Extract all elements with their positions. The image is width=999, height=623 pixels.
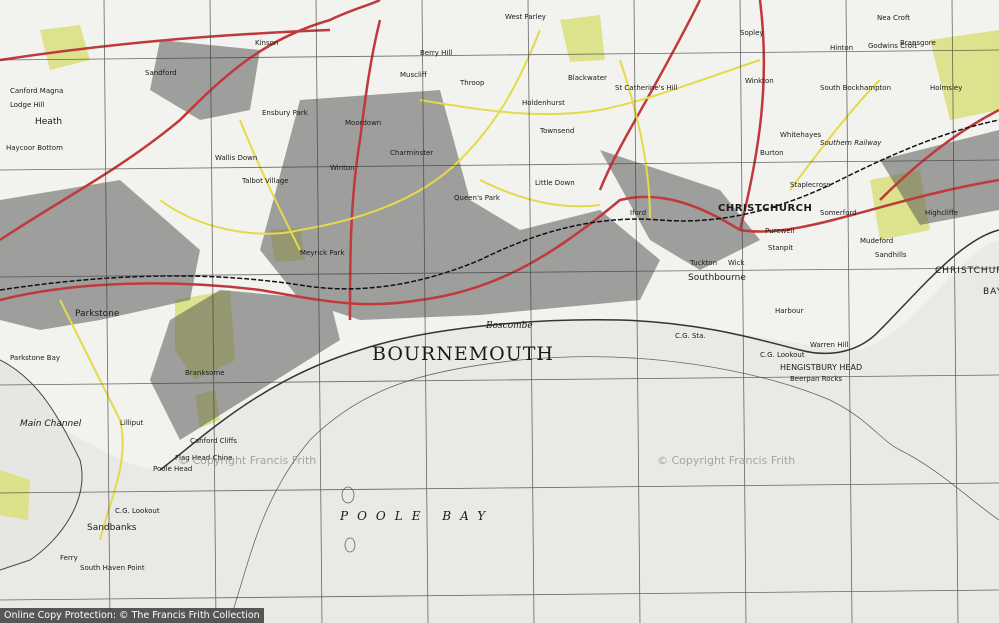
label-beerpan: Beerpan Rocks bbox=[790, 375, 843, 383]
label-south-haven: South Haven Point bbox=[80, 564, 145, 572]
label-meyrick-park: Meyrick Park bbox=[300, 249, 345, 257]
map-graphic bbox=[0, 0, 999, 623]
label-sopley: Sopley bbox=[740, 29, 764, 37]
label-whitehayes: Whitehayes bbox=[780, 131, 822, 139]
label-talbot-village: Talbot Village bbox=[242, 177, 289, 185]
watermark-right: © Copyright Francis Frith bbox=[657, 454, 796, 467]
label-staplecross: Staplecross bbox=[790, 181, 831, 189]
label-branksome: Branksome bbox=[185, 369, 225, 377]
label-harbour: Harbour bbox=[775, 307, 804, 315]
label-charminster: Charminster bbox=[390, 149, 434, 157]
label-southbourne: Southbourne bbox=[688, 273, 746, 283]
label-little-down: Little Down bbox=[535, 179, 575, 187]
label-christchurch: CHRISTCHURCH bbox=[718, 203, 813, 214]
copyright-footer: Online Copy Protection: © The Francis Fr… bbox=[0, 608, 264, 623]
label-mudeford: Mudeford bbox=[860, 237, 894, 245]
map-view[interactable]: BOURNEMOUTH POOLE BAY CHRISTCHURCH CHRIS… bbox=[0, 0, 999, 623]
label-canford: Canford Magna bbox=[10, 87, 64, 95]
label-sandhills: Sandhills bbox=[875, 251, 907, 259]
label-catherine-hill: St Catherine's Hill bbox=[615, 84, 678, 92]
label-iford: Iford bbox=[630, 209, 647, 217]
label-parkstone: Parkstone bbox=[75, 309, 120, 319]
label-kinson: Kinson bbox=[255, 39, 279, 47]
label-moordown: Moordown bbox=[345, 119, 382, 127]
label-sandford: Sandford bbox=[145, 69, 177, 77]
label-winkton: Winkton bbox=[745, 77, 774, 85]
label-bournemouth: BOURNEMOUTH bbox=[372, 343, 554, 365]
label-highcliffe: Highcliffe bbox=[925, 209, 958, 217]
label-muscliff: Muscliff bbox=[400, 71, 427, 79]
label-warren: Warren Hill bbox=[810, 341, 849, 349]
label-somerford: Somerford bbox=[820, 209, 857, 217]
watermark-left: © Copyright Francis Frith bbox=[178, 454, 317, 467]
label-throop: Throop bbox=[460, 79, 485, 87]
label-southern-railway: Southern Railway bbox=[820, 139, 882, 147]
label-holdenhurst: Holdenhurst bbox=[522, 99, 565, 107]
label-christchurch-bay: CHRISTCHURCH bbox=[935, 266, 999, 276]
label-tuckton: Tuckton bbox=[690, 259, 718, 267]
label-sandbanks: Sandbanks bbox=[87, 523, 137, 533]
label-boscombe: Boscombe bbox=[486, 321, 533, 331]
label-ferry: Ferry bbox=[60, 554, 78, 562]
label-haycoor: Haycoor Bottom bbox=[6, 144, 63, 152]
label-lodge-hill: Lodge Hill bbox=[10, 101, 45, 109]
label-christchurch-bay-2: BAY bbox=[983, 287, 999, 297]
label-berry-hill: Berry Hill bbox=[420, 49, 453, 57]
label-poole-head: Poole Head bbox=[153, 465, 193, 473]
label-nea-croft: Nea Croft bbox=[877, 14, 911, 22]
label-winton: Winton bbox=[330, 164, 355, 172]
label-main-channel: Main Channel bbox=[20, 419, 82, 429]
label-heath: Heath bbox=[35, 117, 63, 127]
label-cg-sta: C.G. Sta. bbox=[675, 332, 706, 340]
label-burton: Burton bbox=[760, 149, 784, 157]
label-bockhampton: South Bockhampton bbox=[820, 84, 892, 92]
label-purewell: Purewell bbox=[765, 227, 795, 235]
label-hinton: Hinton bbox=[830, 44, 854, 52]
label-canford-cliffs: Canford Cliffs bbox=[190, 437, 238, 445]
label-godwins-croft: Godwins Croft bbox=[868, 42, 918, 50]
label-wick: Wick bbox=[728, 259, 745, 267]
label-holmsley: Holmsley bbox=[930, 84, 963, 92]
label-blackwater: Blackwater bbox=[568, 74, 607, 82]
label-queens-park: Queen's Park bbox=[454, 194, 500, 202]
label-cg-lookout: C.G. Lookout bbox=[760, 351, 805, 359]
label-parkstone-bay: Parkstone Bay bbox=[10, 354, 61, 362]
label-west-parley: West Parley bbox=[505, 13, 546, 21]
label-townsend: Townsend bbox=[540, 127, 575, 135]
label-wallis-down: Wallis Down bbox=[215, 154, 258, 162]
label-poole-bay: POOLE BAY bbox=[340, 509, 495, 523]
label-hengistbury: HENGISTBURY HEAD bbox=[780, 363, 863, 372]
label-stanpit: Stanpit bbox=[768, 244, 794, 252]
label-ensbury: Ensbury Park bbox=[262, 109, 308, 117]
label-cg-lookout-2: C.G. Lookout bbox=[115, 507, 160, 515]
label-lilliput: Lilliput bbox=[120, 419, 144, 427]
